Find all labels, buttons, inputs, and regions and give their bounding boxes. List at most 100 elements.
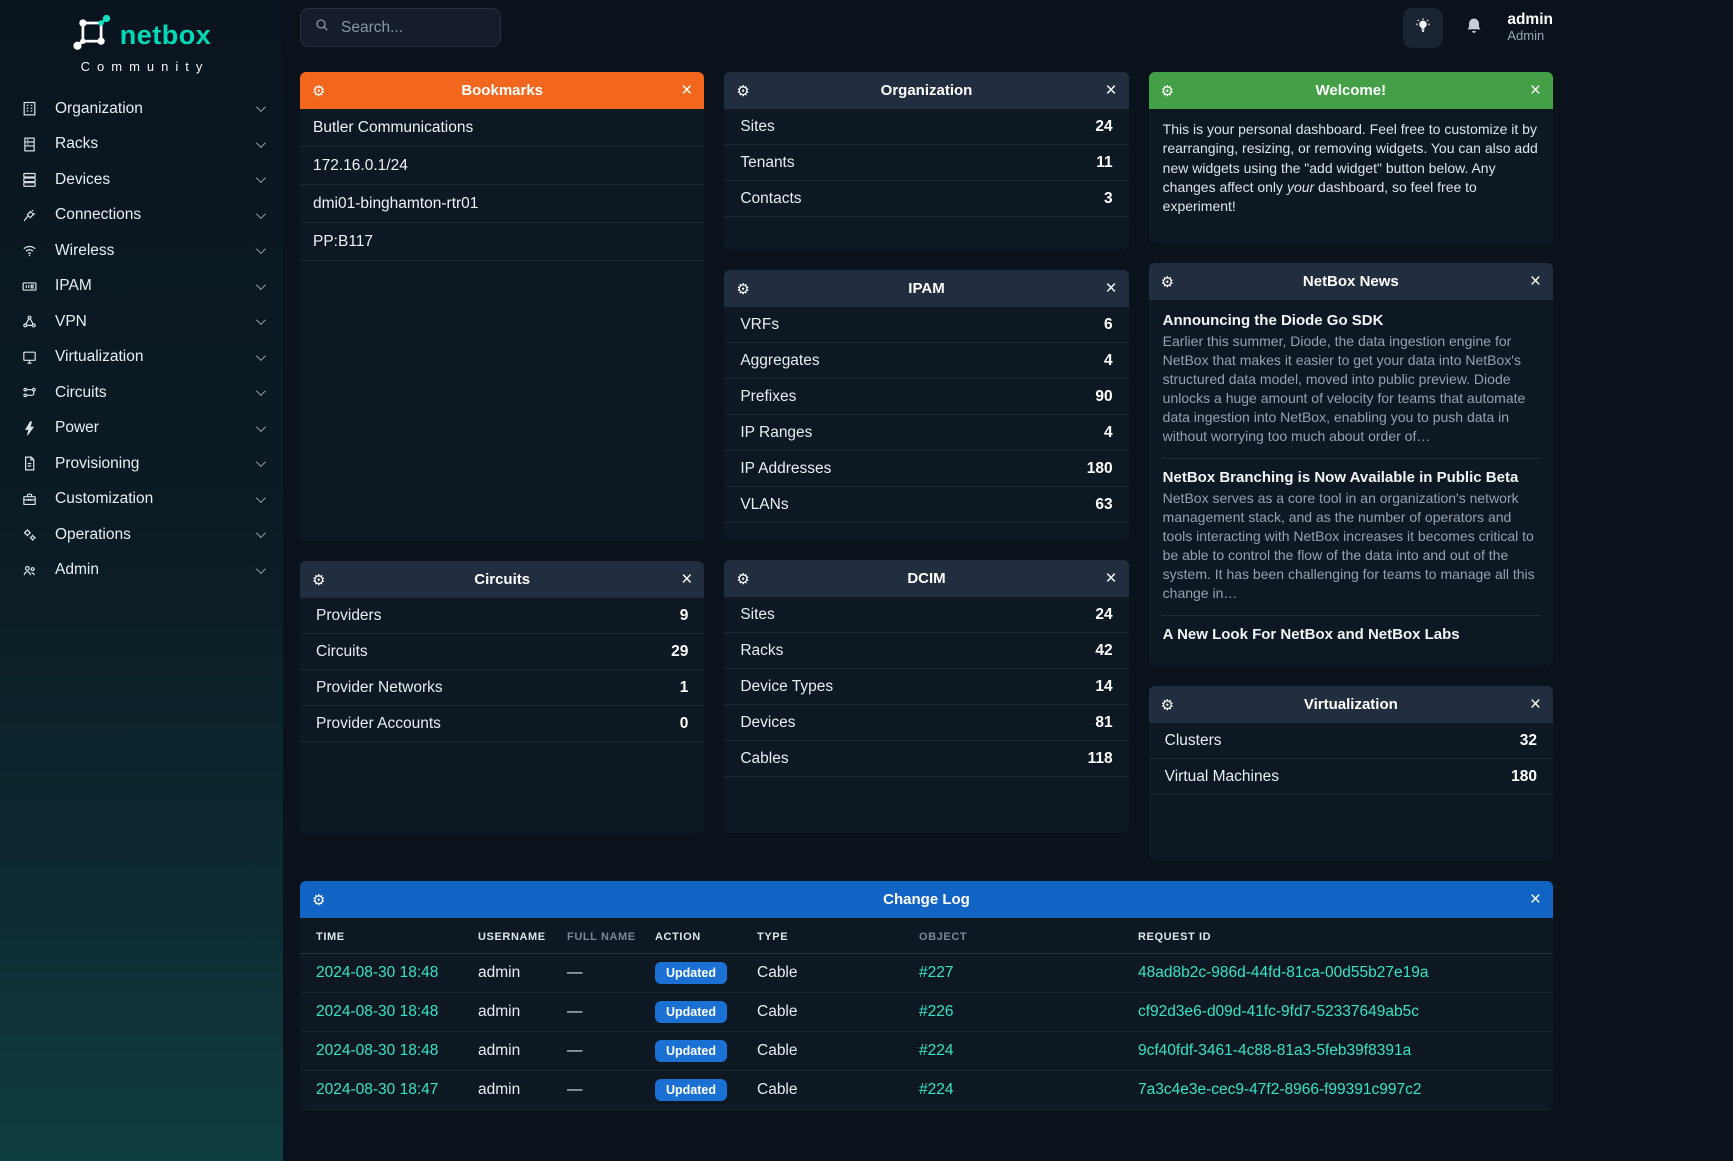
action-badge: Updated: [655, 962, 727, 984]
news-article-title[interactable]: NetBox Branching is Now Available in Pub…: [1163, 469, 1539, 486]
sidebar-item-devices[interactable]: Devices: [0, 162, 283, 198]
stat-row[interactable]: Sites 24: [724, 109, 1128, 145]
bookmark-item[interactable]: Butler Communications: [300, 109, 704, 147]
column-header-request-id[interactable]: REQUEST ID: [1130, 918, 1553, 954]
object-link[interactable]: #224: [919, 1042, 953, 1059]
topbar: admin Admin: [300, 0, 1553, 55]
stat-row[interactable]: IP Addresses 180: [724, 451, 1128, 487]
object-link[interactable]: #227: [919, 964, 953, 981]
search-box[interactable]: [300, 8, 501, 47]
stat-row[interactable]: Sites 24: [724, 597, 1128, 633]
close-icon[interactable]: ×: [666, 81, 692, 100]
stat-row[interactable]: Provider Accounts 0: [300, 706, 704, 742]
request-id-link[interactable]: 9cf40fdf-3461-4c88-81a3-5feb39f8391a: [1138, 1042, 1411, 1059]
stat-row[interactable]: IP Ranges 4: [724, 415, 1128, 451]
bookmark-item[interactable]: 172.16.0.1/24: [300, 147, 704, 185]
gear-icon[interactable]: ⚙: [312, 571, 338, 589]
gear-icon[interactable]: ⚙: [1161, 696, 1187, 714]
action-badge: Updated: [655, 1079, 727, 1101]
gear-icon[interactable]: ⚙: [736, 570, 762, 588]
stat-row[interactable]: Aggregates 4: [724, 343, 1128, 379]
time-link[interactable]: 2024-08-30 18:47: [316, 1081, 438, 1098]
close-icon[interactable]: ×: [1515, 81, 1541, 100]
stat-row[interactable]: Provider Networks 1: [300, 670, 704, 706]
column-header-object[interactable]: OBJECT: [911, 918, 1130, 954]
close-icon[interactable]: ×: [1091, 279, 1117, 298]
close-icon[interactable]: ×: [1515, 695, 1541, 714]
request-id-link[interactable]: cf92d3e6-d09d-41fc-9fd7-52337649ab5c: [1138, 1003, 1419, 1020]
column-header-action[interactable]: ACTION: [647, 918, 749, 954]
search-input[interactable]: [341, 19, 481, 37]
notifications-button[interactable]: [1460, 8, 1488, 48]
stat-value: 81: [1095, 714, 1112, 732]
stat-row[interactable]: Devices 81: [724, 705, 1128, 741]
gear-icon[interactable]: ⚙: [736, 280, 762, 298]
sidebar-item-racks[interactable]: Racks: [0, 127, 283, 163]
gear-icon[interactable]: ⚙: [312, 891, 338, 909]
sidebar-item-circuits[interactable]: Circuits: [0, 375, 283, 411]
close-icon[interactable]: ×: [1515, 272, 1541, 291]
stat-row[interactable]: Racks 42: [724, 633, 1128, 669]
stat-row[interactable]: Cables 118: [724, 741, 1128, 777]
close-icon[interactable]: ×: [1091, 81, 1117, 100]
stat-row[interactable]: Virtual Machines 180: [1149, 759, 1553, 795]
stat-value: 9: [680, 607, 689, 625]
sidebar-item-operations[interactable]: Operations: [0, 517, 283, 553]
ipam-widget-header: ⚙ IPAM ×: [724, 270, 1128, 307]
theme-toggle-button[interactable]: [1403, 8, 1443, 48]
time-link[interactable]: 2024-08-30 18:48: [316, 1003, 438, 1020]
brand[interactable]: netbox Community: [0, 10, 283, 74]
news-article-title[interactable]: A New Look For NetBox and NetBox Labs: [1163, 626, 1539, 643]
sidebar-item-virtualization[interactable]: Virtualization: [0, 340, 283, 376]
sidebar-item-ipam[interactable]: IPAM: [0, 269, 283, 305]
close-icon[interactable]: ×: [666, 570, 692, 589]
news-article-title[interactable]: Announcing the Diode Go SDK: [1163, 312, 1539, 329]
stat-row[interactable]: Prefixes 90: [724, 379, 1128, 415]
bookmark-item[interactable]: dmi01-binghamton-rtr01: [300, 185, 704, 223]
user-role: Admin: [1507, 29, 1553, 44]
sidebar-item-admin[interactable]: Admin: [0, 553, 283, 589]
sidebar-item-provisioning[interactable]: Provisioning: [0, 446, 283, 482]
full-name-cell: —: [559, 1032, 647, 1071]
sidebar-item-connections[interactable]: Connections: [0, 198, 283, 234]
chevron-down-icon: [256, 457, 266, 467]
sidebar-item-wireless[interactable]: Wireless: [0, 233, 283, 269]
stat-row[interactable]: VLANs 63: [724, 487, 1128, 523]
sidebar-item-label: VPN: [55, 313, 87, 331]
column-header-full-name[interactable]: FULL NAME: [559, 918, 647, 954]
sidebar-item-customization[interactable]: Customization: [0, 482, 283, 518]
stat-value: 24: [1095, 606, 1112, 624]
stat-row[interactable]: Providers 9: [300, 598, 704, 634]
close-icon[interactable]: ×: [1515, 890, 1541, 909]
stat-row[interactable]: Circuits 29: [300, 634, 704, 670]
object-link[interactable]: #226: [919, 1003, 953, 1020]
stat-row[interactable]: Tenants 11: [724, 145, 1128, 181]
sidebar-item-organization[interactable]: Organization: [0, 91, 283, 127]
chevron-down-icon: [256, 351, 266, 361]
stat-value: 14: [1095, 678, 1112, 696]
stat-row[interactable]: Device Types 14: [724, 669, 1128, 705]
sidebar: netbox Community Organization Racks Devi…: [0, 0, 283, 1161]
stat-label: Contacts: [740, 190, 801, 208]
time-link[interactable]: 2024-08-30 18:48: [316, 964, 438, 981]
sidebar-item-vpn[interactable]: VPN: [0, 304, 283, 340]
stat-row[interactable]: VRFs 6: [724, 307, 1128, 343]
column-header-username[interactable]: USERNAME: [470, 918, 559, 954]
user-menu[interactable]: admin Admin: [1507, 11, 1553, 44]
object-link[interactable]: #224: [919, 1081, 953, 1098]
stat-value: 4: [1104, 352, 1113, 370]
bookmark-item[interactable]: PP:B117: [300, 223, 704, 261]
close-icon[interactable]: ×: [1091, 569, 1117, 588]
sidebar-item-power[interactable]: Power: [0, 411, 283, 447]
time-link[interactable]: 2024-08-30 18:48: [316, 1042, 438, 1059]
column-header-type[interactable]: TYPE: [749, 918, 911, 954]
gear-icon[interactable]: ⚙: [312, 82, 338, 100]
request-id-link[interactable]: 7a3c4e3e-cec9-47f2-8966-f99391c997c2: [1138, 1081, 1422, 1098]
request-id-link[interactable]: 48ad8b2c-986d-44fd-81ca-00d55b27e19a: [1138, 964, 1428, 981]
stat-row[interactable]: Clusters 32: [1149, 723, 1553, 759]
gear-icon[interactable]: ⚙: [1161, 82, 1187, 100]
column-header-time[interactable]: TIME: [300, 918, 470, 954]
stat-row[interactable]: Contacts 3: [724, 181, 1128, 217]
gear-icon[interactable]: ⚙: [1161, 273, 1187, 291]
gear-icon[interactable]: ⚙: [736, 82, 762, 100]
